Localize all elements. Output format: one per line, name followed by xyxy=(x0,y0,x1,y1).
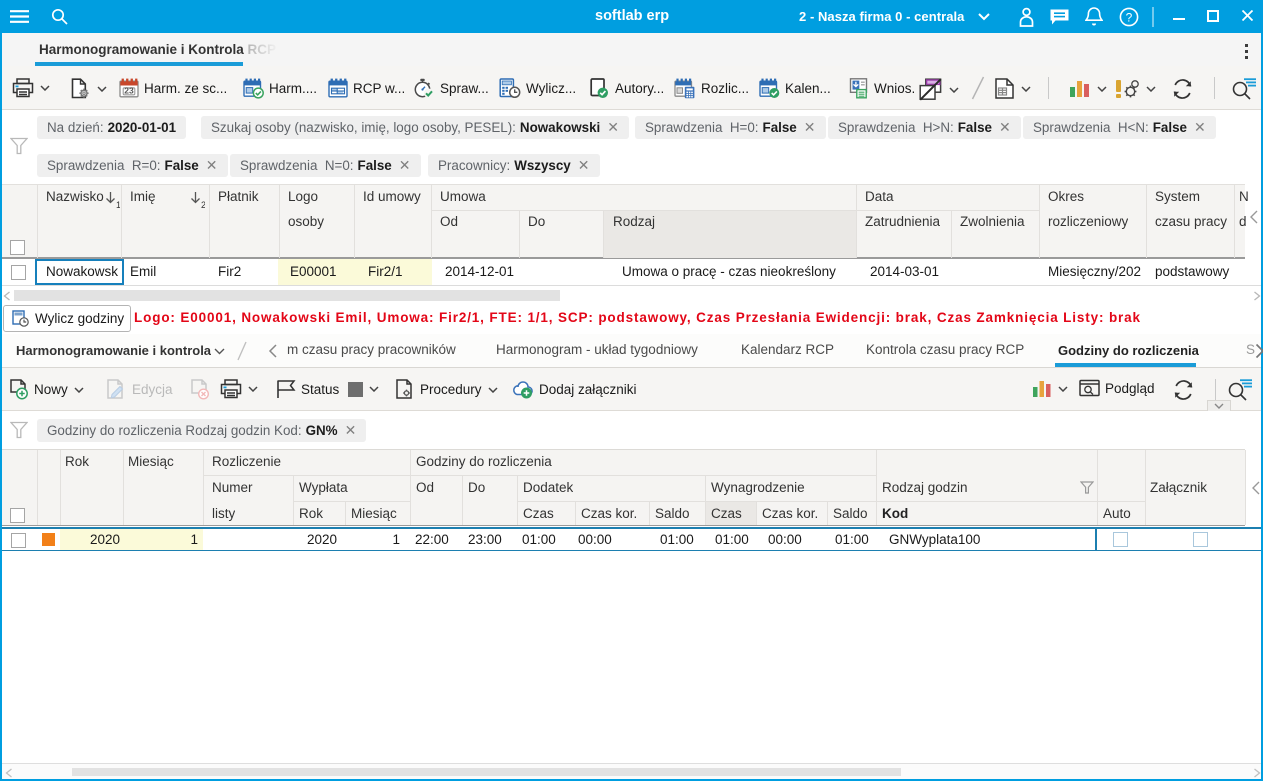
svg-text:?: ? xyxy=(1126,11,1133,25)
svg-text:2: 2 xyxy=(201,200,205,209)
svg-text:23: 23 xyxy=(124,86,134,96)
svg-text:1: 1 xyxy=(116,200,120,209)
